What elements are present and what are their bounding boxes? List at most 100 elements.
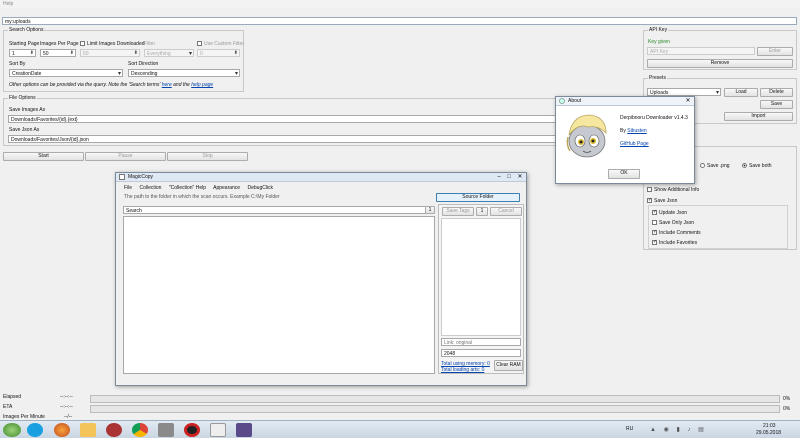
include-comments-checkbox[interactable]: ✓ xyxy=(652,230,657,235)
limit-images-label: Limit Images Downloaded xyxy=(87,41,145,47)
include-favorites-label: Include Favorites xyxy=(659,240,698,246)
presets-legend: Presets xyxy=(648,75,667,81)
save-json-as-input[interactable]: Downloads/Favorites/Json/{id}.json xyxy=(8,135,639,143)
images-per-page-stepper[interactable]: 50 xyxy=(40,49,76,57)
custom-filter-stepper[interactable]: 0 xyxy=(197,49,240,57)
magiccopy-menu: File Collection "Collection" Help Appear… xyxy=(124,185,273,191)
progress-bar-2 xyxy=(90,405,780,413)
game-icon[interactable] xyxy=(236,423,252,437)
stop-button[interactable]: Stop xyxy=(167,152,248,161)
magiccopy-close-icon[interactable]: ✕ xyxy=(515,173,525,181)
api-key-status: Key given xyxy=(648,39,670,45)
search-clear-button[interactable]: 1 xyxy=(425,206,435,214)
show-info-checkbox[interactable] xyxy=(647,187,652,192)
api-key-input[interactable]: API Key xyxy=(647,47,755,55)
delete-preset-button[interactable]: Delete xyxy=(760,88,793,97)
skype-icon[interactable] xyxy=(27,423,43,437)
about-app-name: Derpibooru Downloader v1.4.3 xyxy=(620,115,688,121)
show-info-label: Show Additional Info xyxy=(654,187,700,193)
results-list[interactable] xyxy=(123,216,435,374)
save-png-label: Save .png xyxy=(707,163,730,169)
cancel-tags-button[interactable]: Cancel xyxy=(490,207,522,216)
settings-icon[interactable] xyxy=(158,423,174,437)
save-json-as-label: Save Json As xyxy=(9,127,40,133)
about-titlebar: About ✕ xyxy=(556,97,694,106)
save-images-as-input[interactable]: Downloads/Favorites/{id}.{ext} xyxy=(8,115,639,123)
maximize-icon[interactable]: □ xyxy=(504,173,514,181)
save-png-radio[interactable] xyxy=(700,163,705,168)
search-input[interactable]: Search xyxy=(123,206,431,214)
pause-button[interactable]: Pause xyxy=(85,152,166,161)
update-json-checkbox[interactable]: ✓ xyxy=(652,210,657,215)
opera-icon[interactable] xyxy=(106,423,122,437)
remove-key-button[interactable]: Remove xyxy=(647,59,793,68)
search-terms-link[interactable]: here xyxy=(162,82,172,88)
limit-images-stepper[interactable]: 50 xyxy=(80,49,140,57)
sort-by-label: Sort By xyxy=(9,61,26,67)
progress-2-label: 0% xyxy=(783,406,791,412)
elapsed-value: --:--:-- xyxy=(60,394,73,400)
magiccopy-app-icon xyxy=(119,174,125,180)
filemanager-icon[interactable] xyxy=(80,423,96,437)
save-only-json-checkbox[interactable] xyxy=(652,220,657,225)
menu-collection[interactable]: Collection xyxy=(139,185,161,191)
language-indicator[interactable]: RU xyxy=(626,426,633,432)
save-preset-button[interactable]: Save xyxy=(760,100,793,109)
link-original-input[interactable]: Link: original xyxy=(441,338,521,346)
about-dialog: About ✕ Derpibooru Downloader v1.4.3 By … xyxy=(555,96,695,184)
preset-select[interactable]: Uploads xyxy=(647,88,721,96)
tags-textarea[interactable] xyxy=(441,218,521,336)
menu-debugclick[interactable]: DebugClick xyxy=(247,185,273,191)
chrome-icon[interactable] xyxy=(132,423,148,437)
save-tags-button[interactable]: Save Tags xyxy=(442,207,474,216)
github-link[interactable]: GitHub Page xyxy=(620,141,649,147)
magiccopy-title: MagicCopy xyxy=(128,174,154,180)
sort-by-select[interactable]: CreationDate xyxy=(9,69,123,77)
load-preset-button[interactable]: Load xyxy=(724,88,758,97)
author-link[interactable]: Sibusten xyxy=(627,128,646,134)
about-by-text: By xyxy=(620,128,626,134)
limit-images-checkbox[interactable] xyxy=(80,41,85,46)
size-input[interactable]: 2048 xyxy=(441,349,521,357)
about-close-icon[interactable]: ✕ xyxy=(683,97,693,105)
taskbar: RU ▲ ◉ ▮ ♪ ▤ 21:03 29.05.2018 xyxy=(0,420,800,438)
enter-button[interactable]: Enter xyxy=(757,47,793,56)
clear-ram-button[interactable]: Clear RAM xyxy=(494,360,523,371)
derpy-avatar xyxy=(566,114,607,158)
minimize-icon[interactable]: – xyxy=(494,173,504,181)
magiccopy-titlebar: MagicCopy – □ ✕ xyxy=(116,173,526,182)
menu-bar: Help xyxy=(0,0,800,8)
about-app-icon xyxy=(559,98,565,104)
save-both-radio[interactable] xyxy=(742,163,747,168)
help-page-link[interactable]: help page xyxy=(191,82,213,88)
tags-count-button[interactable]: 1 xyxy=(476,207,488,216)
starting-page-label: Starting Page xyxy=(9,41,40,47)
clock-date: 29.05.2018 xyxy=(756,430,782,436)
import-preset-button[interactable]: Import xyxy=(724,112,793,121)
sort-direction-select[interactable]: Descending xyxy=(128,69,240,77)
custom-filter-checkbox[interactable] xyxy=(197,41,202,46)
start-button[interactable]: Start xyxy=(3,152,84,161)
tags-panel: Save Tags 1 Cancel Link: original 2048 T… xyxy=(438,204,524,374)
total-loading-link[interactable]: Total loading arts: 0 xyxy=(441,367,484,373)
menu-collection-help[interactable]: "Collection" Help xyxy=(169,185,206,191)
tray-icons[interactable]: ▲ ◉ ▮ ♪ ▤ xyxy=(650,426,750,434)
obs-icon[interactable] xyxy=(184,423,200,437)
about-ok-button[interactable]: OK xyxy=(608,169,640,179)
about-by: By Sibusten xyxy=(620,128,647,134)
query-input[interactable]: my:uploads xyxy=(2,17,797,25)
firefox-icon[interactable] xyxy=(54,423,70,437)
source-folder-button[interactable]: Source Folder xyxy=(436,193,520,202)
filter-select[interactable]: Everything xyxy=(144,49,194,57)
menu-file[interactable]: File xyxy=(124,185,132,191)
sort-direction-label: Sort Direction xyxy=(128,61,159,67)
eyes-icon[interactable] xyxy=(210,423,226,437)
start-icon[interactable] xyxy=(3,423,21,437)
menu-help[interactable]: Help xyxy=(3,1,13,7)
starting-page-stepper[interactable]: 1 xyxy=(9,49,36,57)
include-favorites-checkbox[interactable]: ✓ xyxy=(652,240,657,245)
json-options-box: ✓ Update Json Save Only Json ✓ Include C… xyxy=(648,205,788,249)
save-json-checkbox[interactable]: ✓ xyxy=(647,198,652,203)
menu-appearance[interactable]: Appearance xyxy=(213,185,240,191)
custom-filter-label: Use Custom Filter xyxy=(204,41,245,47)
